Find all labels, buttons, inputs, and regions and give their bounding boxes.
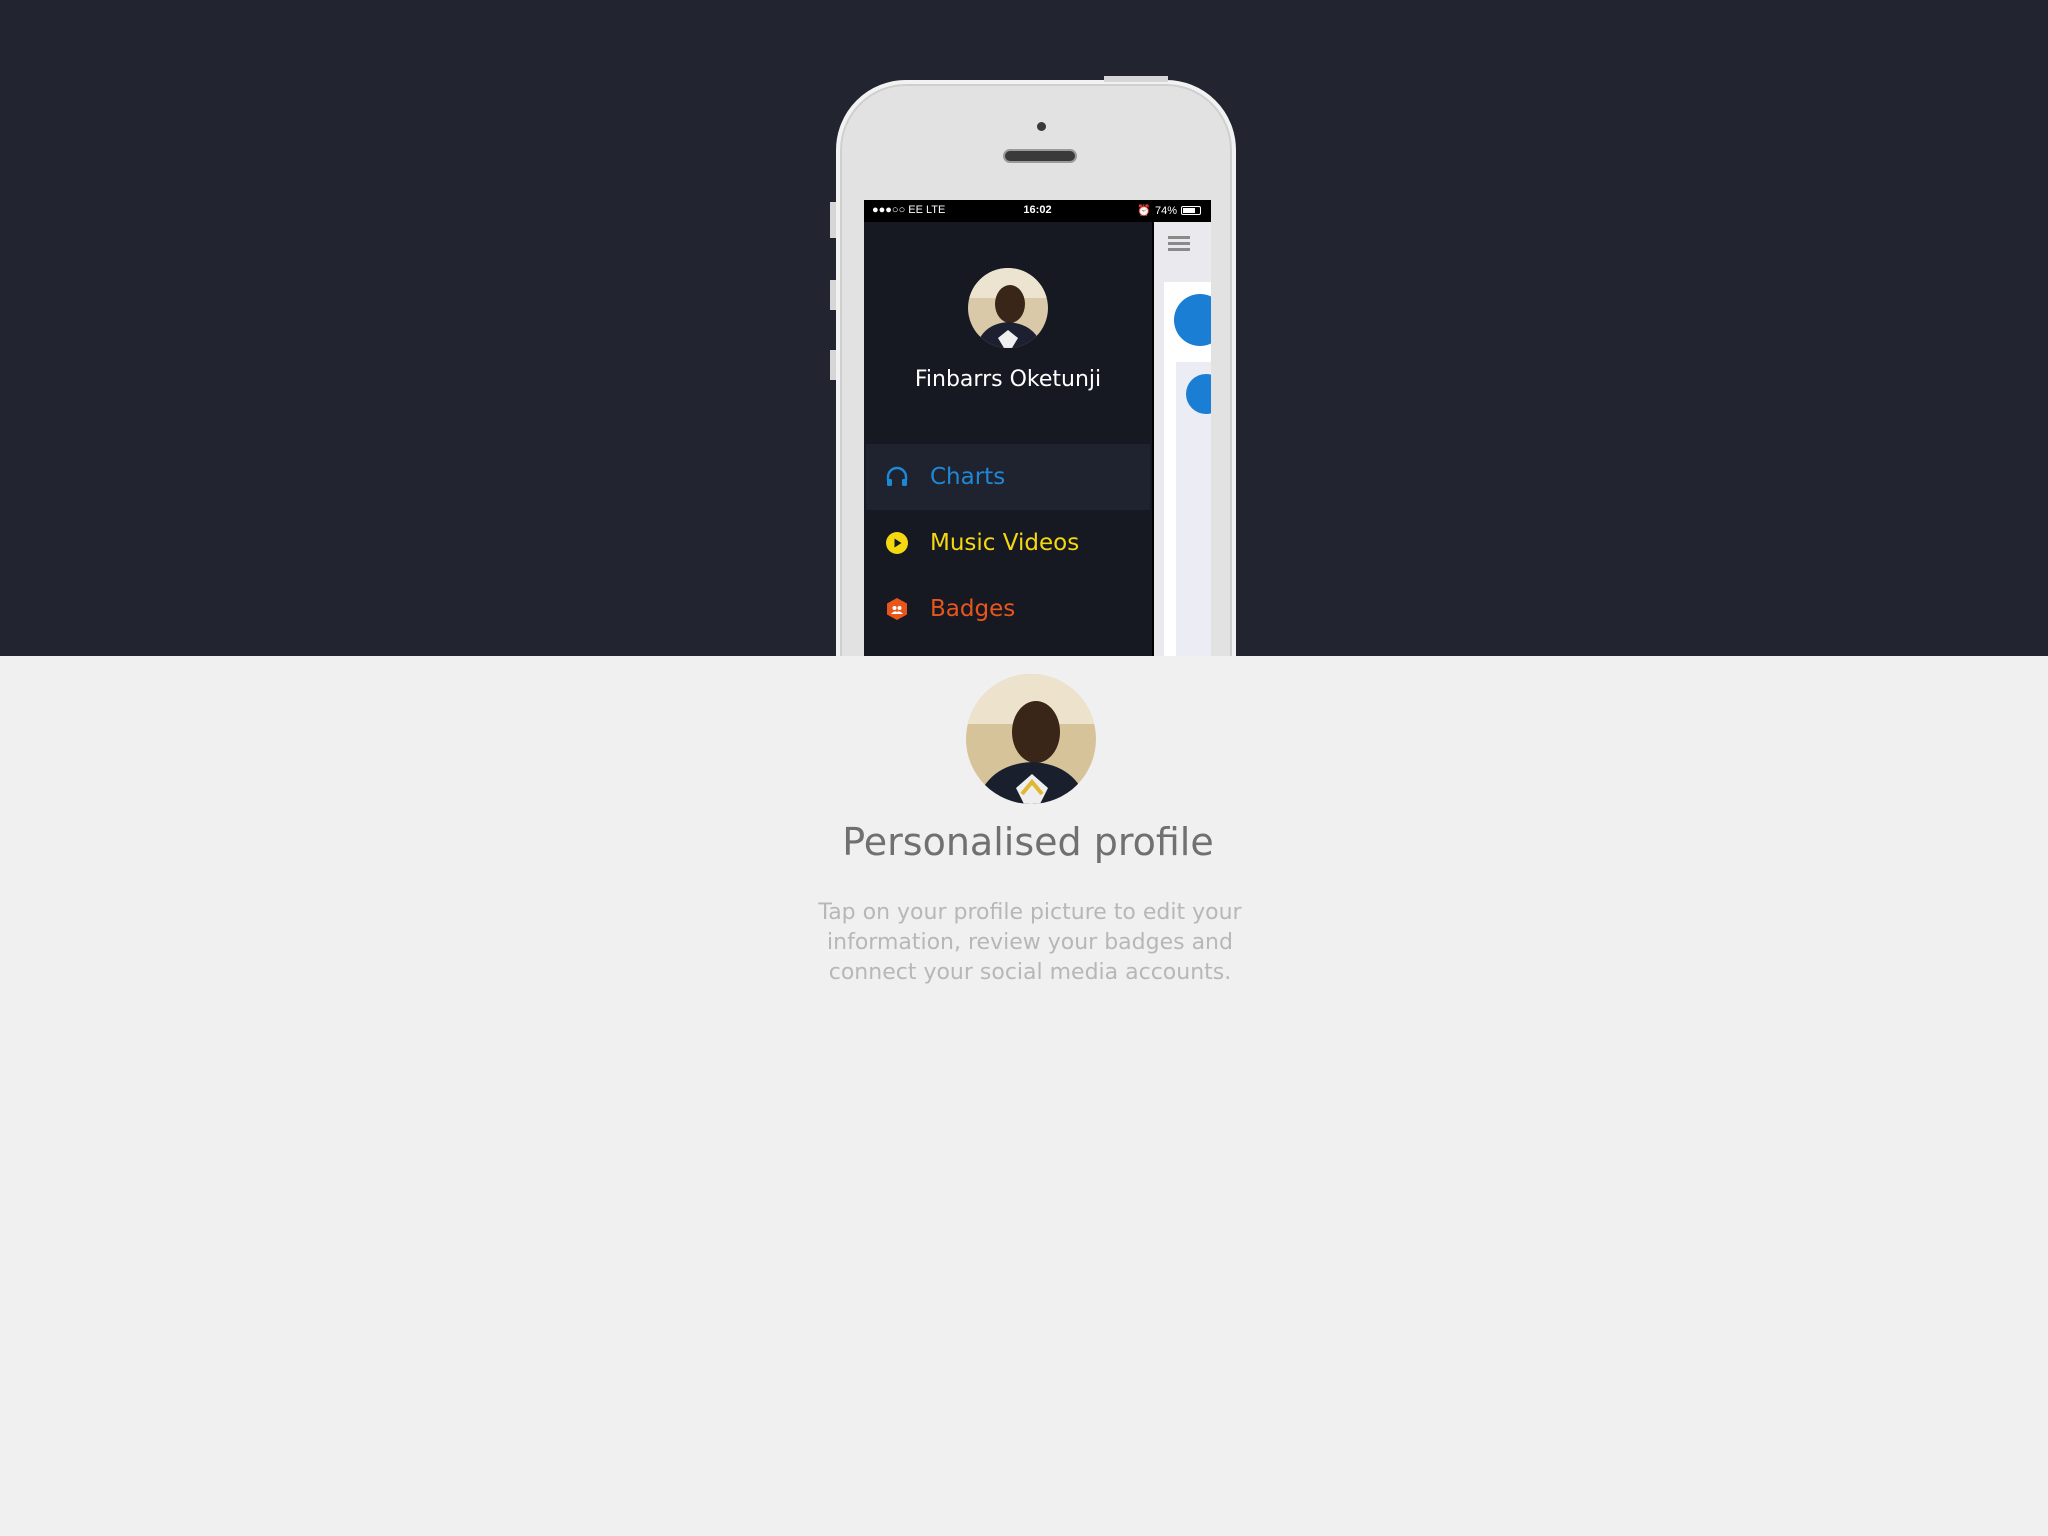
alarm-icon: ⏰: [1137, 205, 1151, 217]
phone-mockup: ●●●○○ EE LTE 16:02 ⏰ 74% Finbarrs Oketun…: [830, 76, 1236, 656]
battery-fill: [1183, 208, 1195, 213]
menu-item-label: Music Videos: [930, 530, 1080, 556]
main-content-peek: [1154, 222, 1211, 656]
play-icon: [884, 530, 910, 556]
avatar-photo: [968, 268, 1048, 348]
content-inner-card: [1176, 362, 1211, 656]
menu-item-label: Badges: [930, 596, 1016, 622]
mute-switch: [830, 202, 836, 238]
phone-screen: ●●●○○ EE LTE 16:02 ⏰ 74% Finbarrs Oketun…: [864, 200, 1211, 656]
menu-item-badges[interactable]: Badges: [866, 576, 1150, 642]
menu-avatar[interactable]: [968, 268, 1048, 348]
item-icon: [1186, 374, 1211, 414]
headphones-icon: [1174, 294, 1211, 346]
menu-item-music-videos[interactable]: Music Videos: [866, 510, 1150, 576]
menu-item-label: Charts: [930, 464, 1006, 490]
hero-band: ●●●○○ EE LTE 16:02 ⏰ 74% Finbarrs Oketun…: [0, 0, 2048, 656]
battery-percent: 74%: [1154, 204, 1177, 217]
front-camera: [1037, 122, 1046, 131]
profile-picture[interactable]: [966, 674, 1096, 804]
hamburger-menu-icon[interactable]: [1168, 236, 1190, 254]
earpiece-speaker: [1003, 149, 1077, 163]
status-right: ⏰ 74%: [1137, 204, 1201, 217]
hexagon-group-icon: [884, 596, 910, 622]
feature-description: Tap on your profile picture to edit your…: [818, 900, 1242, 985]
status-bar: ●●●○○ EE LTE 16:02 ⏰ 74%: [864, 200, 1211, 222]
side-menu: Finbarrs Oketunji Charts Music Videos Ba…: [864, 222, 1152, 656]
menu-item-charts[interactable]: Charts: [866, 444, 1150, 510]
volume-down-button: [830, 350, 836, 380]
profile-photo: [966, 674, 1096, 804]
feature-title: Personalised profile: [842, 820, 1214, 864]
power-button: [1104, 76, 1168, 82]
headphones-icon: [884, 464, 910, 490]
content-card: [1164, 282, 1211, 656]
user-name[interactable]: Finbarrs Oketunji: [864, 367, 1152, 392]
volume-up-button: [830, 280, 836, 310]
battery-icon: [1181, 206, 1201, 215]
